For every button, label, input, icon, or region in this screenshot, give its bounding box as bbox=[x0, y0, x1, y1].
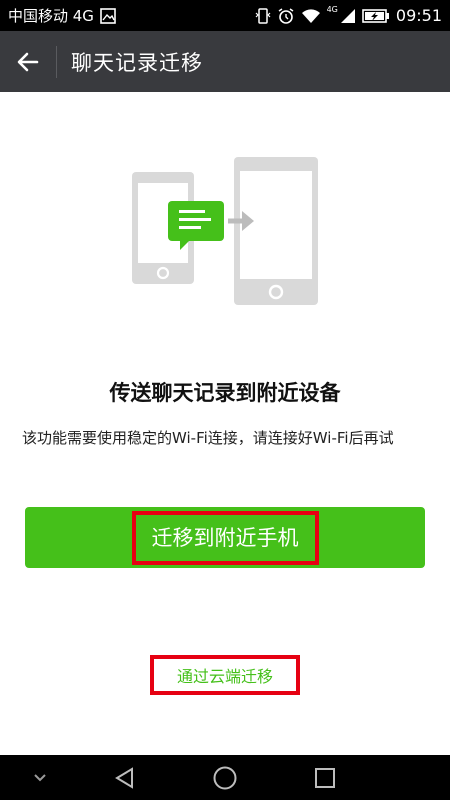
chevron-down-icon bbox=[34, 773, 46, 781]
status-right: 4G 09:51 bbox=[255, 5, 442, 25]
network-type-label: 4G bbox=[326, 5, 338, 14]
section-title: 传送聊天记录到附近设备 bbox=[109, 381, 341, 405]
status-bar: 中国移动 4G 4G 09:51 bbox=[0, 0, 450, 31]
navigation-bar bbox=[0, 755, 450, 800]
wifi-icon bbox=[301, 7, 321, 25]
circle-home-icon bbox=[213, 766, 237, 789]
vibrate-icon bbox=[255, 7, 271, 25]
nav-hide-button[interactable] bbox=[20, 755, 60, 800]
square-recent-icon bbox=[315, 767, 335, 788]
app-header: 聊天记录迁移 bbox=[0, 31, 450, 92]
nav-recent-button[interactable] bbox=[303, 755, 347, 800]
description-text: 该功能需要使用稳定的Wi-Fi连接，请连接好Wi-Fi后再试 bbox=[22, 429, 394, 447]
status-left: 中国移动 4G bbox=[8, 5, 116, 26]
phone-transfer-illustration bbox=[132, 157, 318, 305]
alarm-icon bbox=[277, 7, 295, 25]
time-label: 09:51 bbox=[395, 6, 442, 25]
signal-icon bbox=[340, 7, 356, 25]
migrate-nearby-button-label: 迁移到附近手机 bbox=[131, 510, 319, 565]
migrate-nearby-button[interactable]: 迁移到附近手机 bbox=[25, 507, 425, 568]
carrier-label: 中国移动 4G bbox=[8, 7, 94, 25]
back-button[interactable] bbox=[0, 31, 56, 92]
image-icon bbox=[100, 7, 116, 25]
nav-home-button[interactable] bbox=[203, 755, 247, 800]
arrow-left-icon bbox=[17, 52, 39, 71]
cloud-migrate-link[interactable]: 通过云端迁移 bbox=[150, 655, 300, 695]
page-title: 聊天记录迁移 bbox=[71, 50, 203, 75]
main-content: 传送聊天记录到附近设备 该功能需要使用稳定的Wi-Fi连接，请连接好Wi-Fi后… bbox=[0, 92, 450, 755]
nav-back-button[interactable] bbox=[103, 755, 147, 800]
cloud-migrate-link-label: 通过云端迁移 bbox=[176, 667, 273, 686]
header-divider bbox=[56, 45, 57, 78]
battery-charging-icon bbox=[362, 7, 390, 25]
triangle-back-icon bbox=[115, 766, 133, 789]
